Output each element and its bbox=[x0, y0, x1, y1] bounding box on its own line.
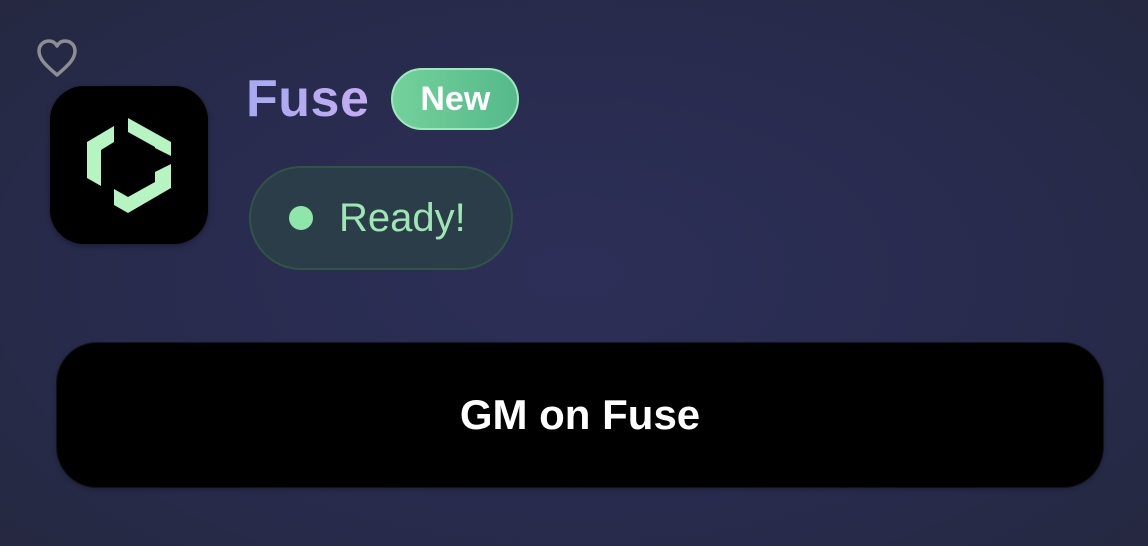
status-badge: Ready! bbox=[249, 166, 513, 270]
app-logo-icon bbox=[50, 86, 208, 244]
app-name: Fuse bbox=[246, 66, 369, 132]
app-title-row: Fuse New bbox=[246, 66, 520, 132]
favorite-heart-icon[interactable] bbox=[34, 36, 80, 80]
gm-button[interactable]: GM on Fuse bbox=[57, 343, 1103, 487]
new-badge: New bbox=[391, 68, 520, 130]
fuse-logo-icon bbox=[87, 118, 171, 213]
status-text: Ready! bbox=[339, 196, 466, 240]
status-dot-icon bbox=[289, 206, 313, 230]
